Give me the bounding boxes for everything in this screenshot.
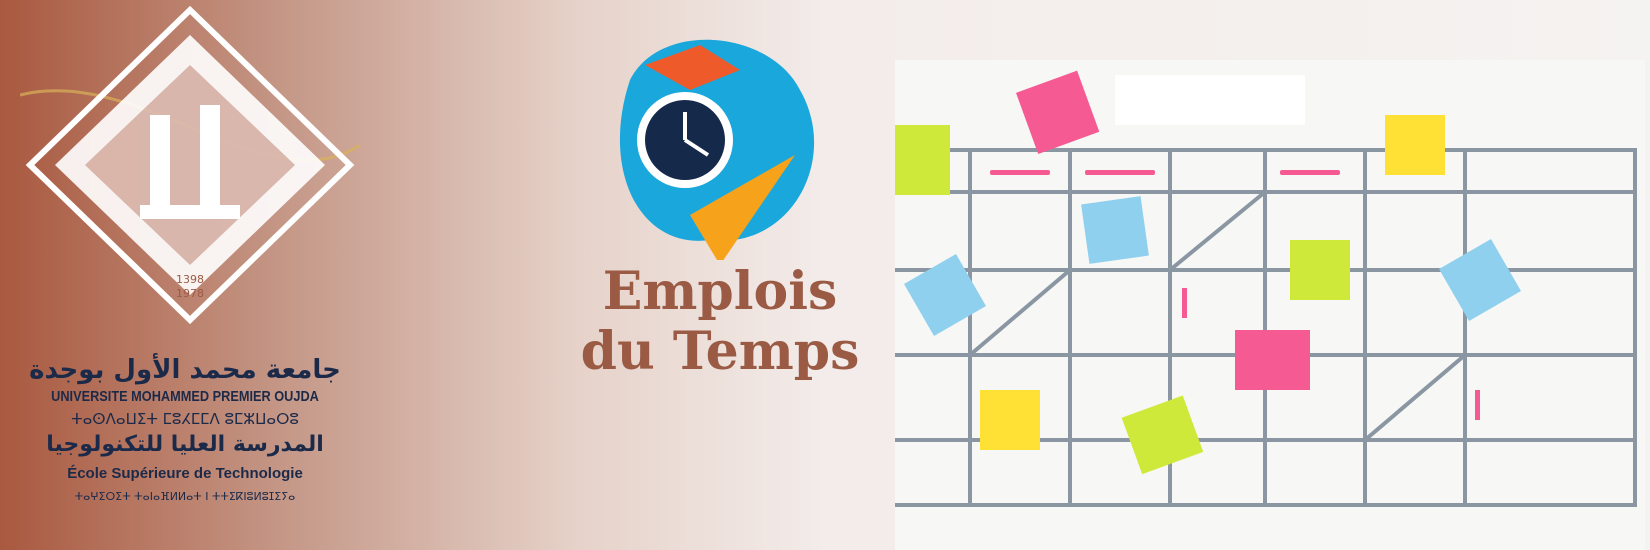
- school-french-name: École Supérieure de Technologie: [67, 465, 303, 482]
- clock-illustration: [619, 39, 815, 260]
- university-french-name: UNIVERSITE MOHAMMED PREMIER OUJDA: [51, 388, 319, 405]
- sticky-note: [1121, 395, 1204, 475]
- sticky-note: [1015, 70, 1100, 154]
- school-arabic-name: المدرسة العليا للتكنولوجيا: [46, 432, 324, 457]
- sticky-note: [1439, 239, 1521, 321]
- sticky-note: [895, 125, 950, 195]
- school-tifinagh-name: ⵜⴰⵖⵉⵔⵉⵜ ⵜⴰⵏⴰⴼⵍⵍⴰⵜ ⵏ ⵜⵜⵉⴽⵏⵓⵍⵓⵊⵉⵢⴰ: [74, 490, 296, 503]
- sticky-note: [980, 390, 1040, 450]
- sticky-note: [1385, 115, 1445, 175]
- timetable-grid: [895, 148, 1637, 507]
- page-title: Emplois du Temps: [560, 262, 880, 382]
- sticky-note: [904, 254, 986, 336]
- sticky-note: [1081, 196, 1149, 264]
- logo-year-gregorian: 1978: [176, 287, 204, 300]
- university-tifinagh-name: ⵜⴰⵙⴷⴰⵡⵉⵜ ⵎⵓⵃⵎⵎⴷ ⵓⵎⵣⵡⴰⵔⵓ: [71, 410, 299, 428]
- timetable-illustration: [895, 60, 1645, 550]
- university-logo: 1398 1978: [20, 5, 360, 325]
- banner: 1398 1978 جامعة محمد الأول بوجدة UNIVERS…: [0, 0, 1650, 550]
- logo-year-hijri: 1398: [176, 273, 204, 286]
- title-line-1: Emplois: [602, 261, 838, 322]
- title-line-2: du Temps: [580, 321, 860, 382]
- university-arabic-name: جامعة محمد الأول بوجدة: [29, 355, 341, 385]
- sticky-note: [1290, 240, 1350, 300]
